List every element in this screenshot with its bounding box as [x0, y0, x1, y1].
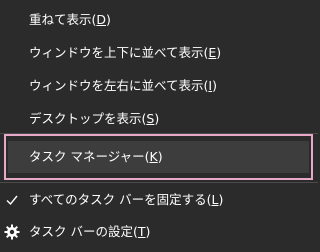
menu-item-label: ウィンドウを上下に並べて表示(E)	[29, 45, 222, 60]
menu-item-label: ウィンドウを左右に並べて表示(I)	[29, 78, 217, 93]
checkmark-icon	[4, 192, 20, 208]
menu-item-lock-all-taskbars[interactable]: すべてのタスク バーを固定する(L)	[0, 185, 318, 215]
menu-item-cascade[interactable]: 重ねて表示(D)	[0, 5, 318, 35]
menu-item-taskbar-settings[interactable]: タスク バーの設定(T)	[0, 217, 318, 247]
gear-icon	[4, 224, 20, 240]
menu-item-label: タスク バーの設定(T)	[29, 224, 151, 239]
menu-item-label: デスクトップを表示(S)	[29, 111, 160, 126]
menu-item-stack-windows[interactable]: ウィンドウを上下に並べて表示(E)	[0, 38, 318, 68]
menu-item-label: すべてのタスク バーを固定する(L)	[29, 192, 224, 207]
menu-item-side-by-side[interactable]: ウィンドウを左右に並べて表示(I)	[0, 71, 318, 101]
taskbar-context-menu: 重ねて表示(D) ウィンドウを上下に並べて表示(E) ウィンドウを左右に並べて表…	[0, 0, 318, 252]
menu-item-label: 重ねて表示(D)	[29, 12, 111, 27]
annotation-highlight-box	[4, 134, 313, 180]
menu-item-show-desktop[interactable]: デスクトップを表示(S)	[0, 104, 318, 134]
menu-separator	[0, 182, 318, 183]
